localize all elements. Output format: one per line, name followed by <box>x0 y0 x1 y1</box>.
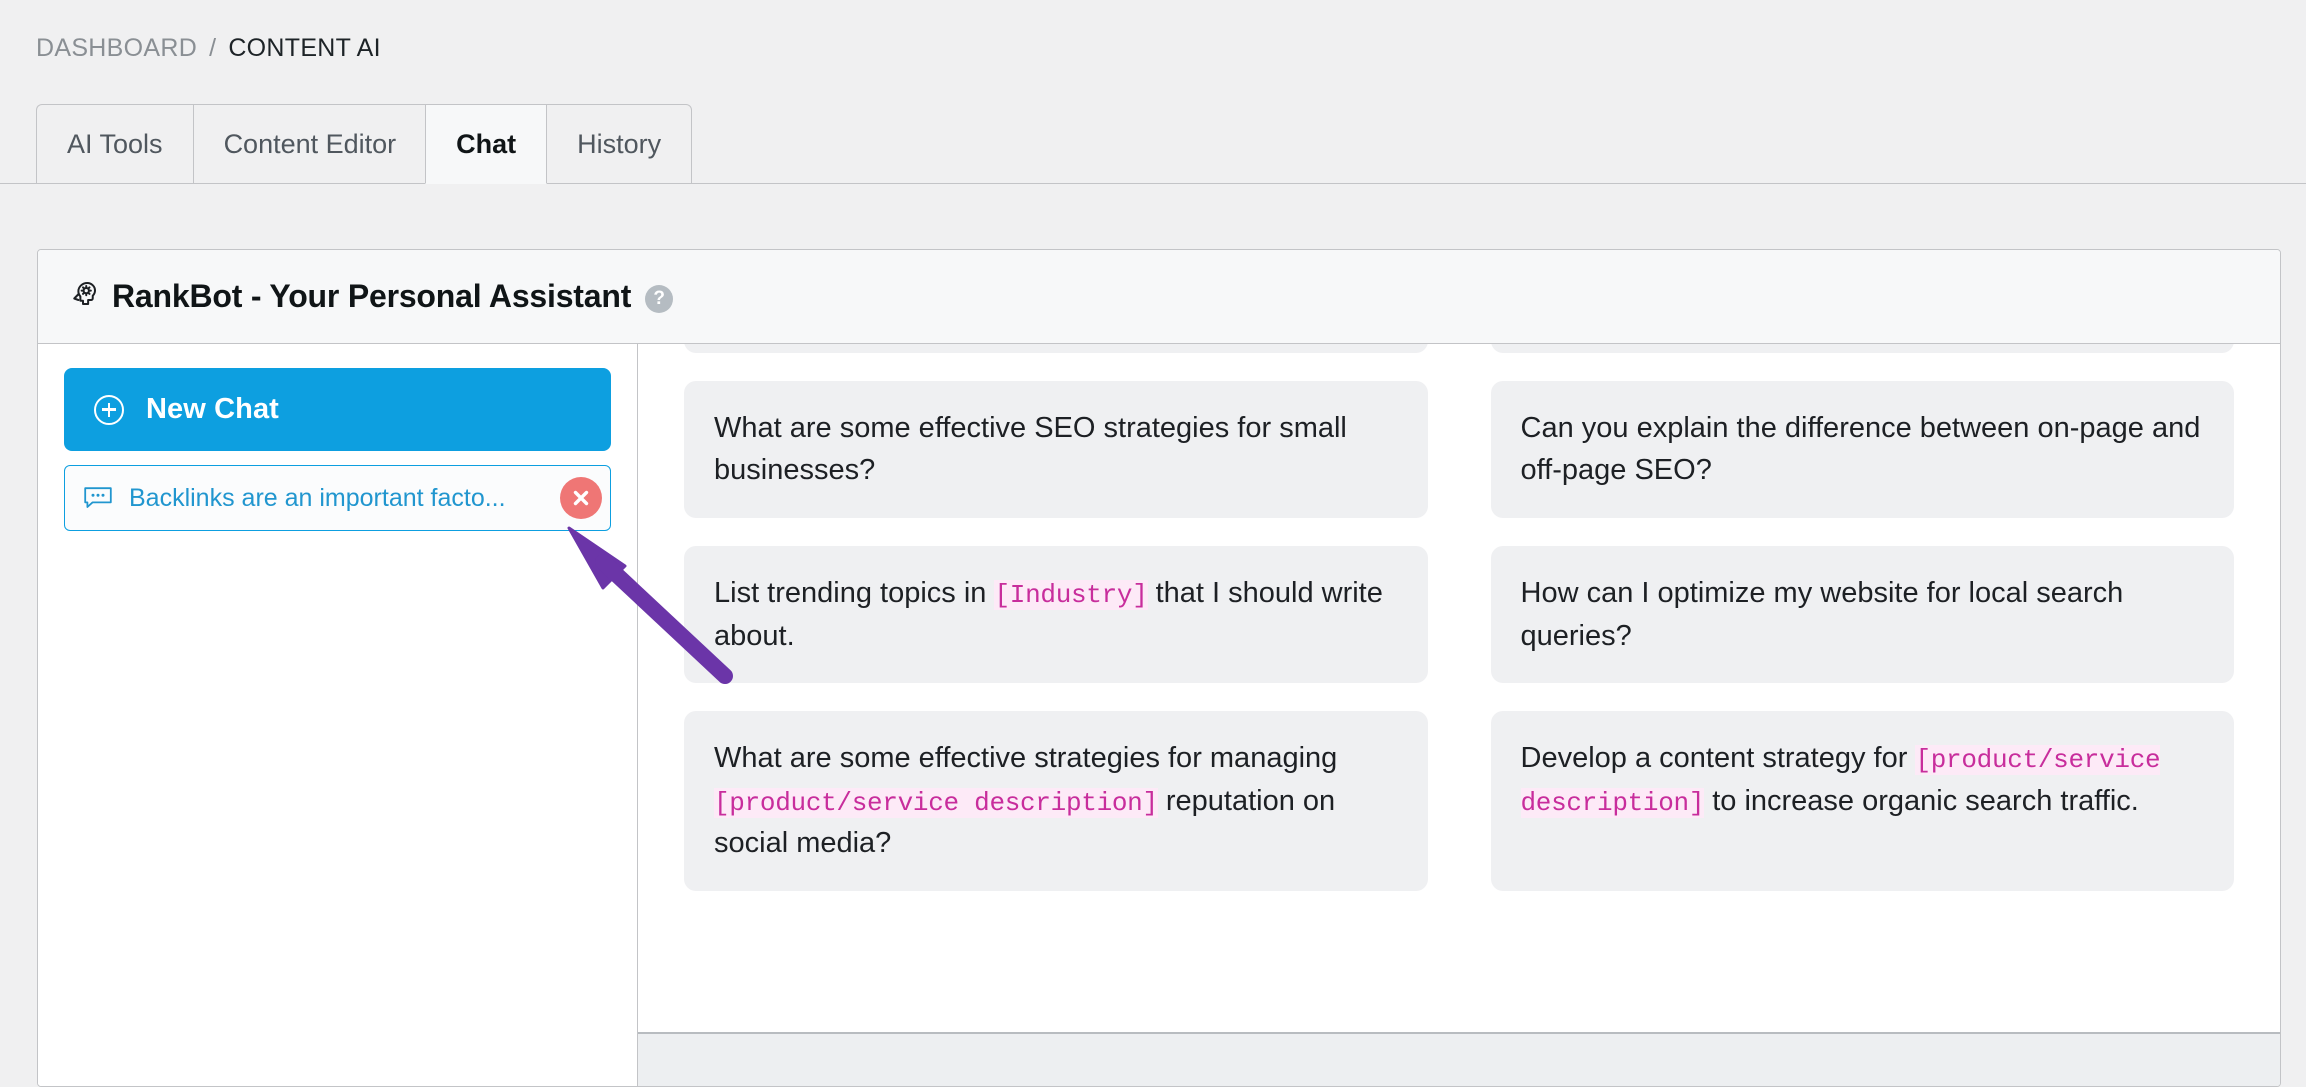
tab-bar: AI Tools Content Editor Chat History <box>36 104 693 184</box>
prompt-text: What are some effective strategies for m… <box>714 742 1338 775</box>
tab-history-label: History <box>577 128 662 159</box>
tab-ai-tools-label: AI Tools <box>67 128 163 159</box>
chat-history-item-label: Backlinks are an important facto... <box>129 483 506 512</box>
prompt-variable: [product/service description] <box>714 787 1158 818</box>
plus-circle-icon <box>94 394 124 425</box>
prompt-suggestions-grid: How do backlinks affect SEO? Why is keyw… <box>684 344 2234 891</box>
tab-content-editor[interactable]: Content Editor <box>192 104 427 184</box>
tab-bar-divider <box>0 183 2306 184</box>
chat-history-item[interactable]: Backlinks are an important facto... <box>64 465 611 531</box>
close-circle-icon[interactable] <box>560 477 602 519</box>
prompt-card[interactable]: What are some effective strategies for m… <box>684 711 1428 891</box>
breadcrumb: DASHBOARD / CONTENT AI <box>36 34 381 63</box>
chat-bubble-icon <box>83 486 113 510</box>
prompt-card[interactable]: How do backlinks affect SEO? <box>684 344 1428 353</box>
prompt-text: How can I optimize my website for local … <box>1520 576 2124 652</box>
prompt-text: What are some effective SEO strategies f… <box>714 411 1347 487</box>
tab-ai-tools[interactable]: AI Tools <box>36 104 193 184</box>
prompt-text: List trending topics in <box>714 576 995 609</box>
head-brain-icon <box>68 279 98 314</box>
prompt-card[interactable]: How can I optimize my website for local … <box>1490 545 2234 684</box>
panel-header: RankBot - Your Personal Assistant ? <box>38 250 2280 344</box>
chat-sidebar: New Chat Backlinks are an important fact… <box>38 344 638 1086</box>
prompt-card[interactable]: List trending topics in [Industry] that … <box>684 545 1428 684</box>
prompt-text: Can you explain the difference between o… <box>1520 411 2201 487</box>
new-chat-button[interactable]: New Chat <box>64 368 611 451</box>
tab-history[interactable]: History <box>546 104 693 184</box>
breadcrumb-current-page: CONTENT AI <box>228 34 381 62</box>
breadcrumb-dashboard-link[interactable]: DASHBOARD <box>36 34 197 63</box>
tab-chat-label: Chat <box>456 128 517 159</box>
prompt-card[interactable]: Why is keyword research important for SE… <box>1490 344 2234 353</box>
prompt-suggestions-area[interactable]: How do backlinks affect SEO? Why is keyw… <box>638 344 2280 1086</box>
tab-chat[interactable]: Chat <box>425 104 548 184</box>
help-icon[interactable]: ? <box>645 284 674 313</box>
rankbot-panel: RankBot - Your Personal Assistant ? New … <box>37 249 2281 1087</box>
breadcrumb-separator: / <box>209 34 217 62</box>
prompt-card[interactable]: Develop a content strategy for [product/… <box>1490 711 2234 891</box>
prompt-card[interactable]: What are some effective SEO strategies f… <box>684 380 1428 518</box>
tab-content-editor-label: Content Editor <box>223 128 397 159</box>
panel-title: RankBot - Your Personal Assistant <box>112 278 632 314</box>
prompt-card[interactable]: Can you explain the difference between o… <box>1490 380 2234 518</box>
prompt-variable: [Industry] <box>994 579 1148 610</box>
new-chat-button-label: New Chat <box>146 393 279 425</box>
prompt-text: to increase organic search traffic. <box>1704 784 2139 817</box>
panel-body: New Chat Backlinks are an important fact… <box>38 344 2280 1086</box>
composer-area[interactable] <box>638 1034 2280 1086</box>
prompt-text: Develop a content strategy for <box>1520 742 1916 775</box>
